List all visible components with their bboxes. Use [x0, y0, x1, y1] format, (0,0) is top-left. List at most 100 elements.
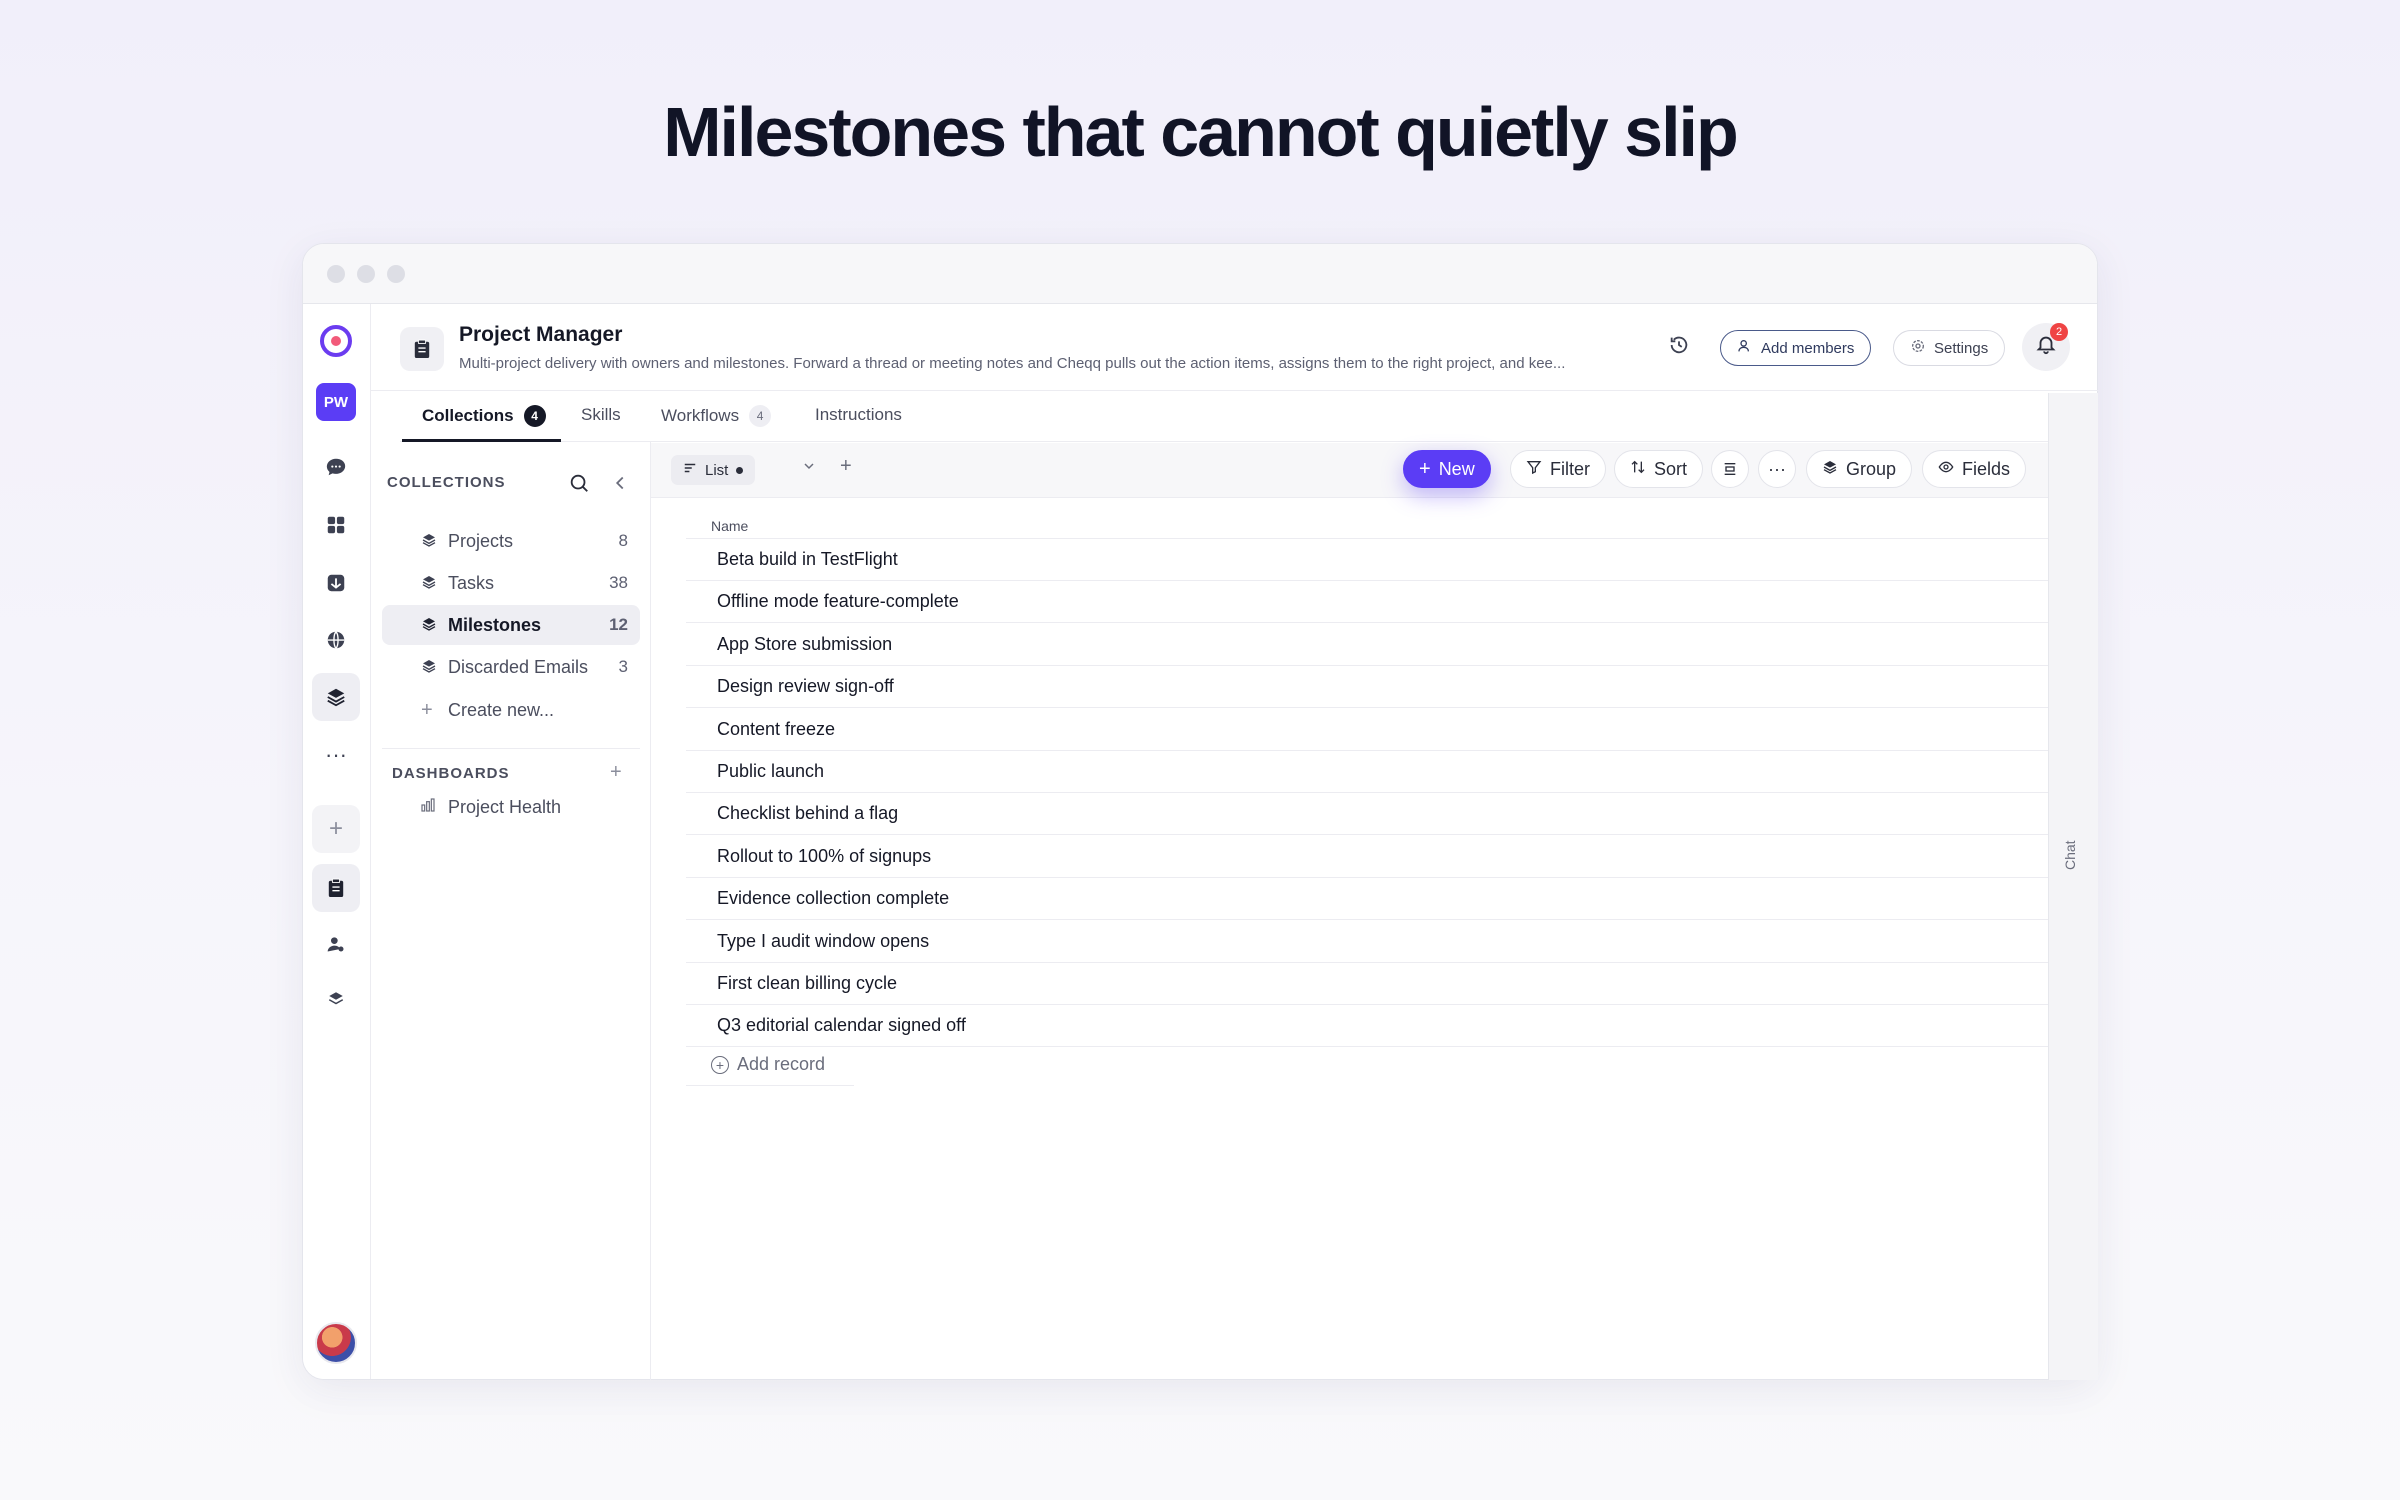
layers-icon[interactable]	[312, 975, 360, 1023]
page-headline: Milestones that cannot quietly slip	[663, 93, 1738, 171]
table-row[interactable]: Checklist behind a flag	[686, 793, 2048, 836]
create-new-collection[interactable]: + Create new...	[382, 690, 640, 730]
apps-grid-icon[interactable]	[312, 501, 360, 549]
group-button[interactable]: Group	[1806, 450, 1913, 488]
table-row[interactable]: Content freeze	[686, 709, 2048, 751]
workspace-avatar[interactable]: PW	[316, 383, 356, 421]
sidebar-item-count: 38	[609, 573, 628, 592]
sort-label: Sort	[1654, 458, 1688, 479]
chat-icon[interactable]	[312, 443, 360, 491]
add-dashboard-plus-icon[interactable]: +	[610, 761, 622, 784]
new-label: New	[1438, 458, 1475, 479]
tab-skills[interactable]: Skills	[581, 405, 621, 425]
sidebar-item-count: 3	[618, 657, 628, 676]
unsaved-dot	[736, 466, 744, 474]
sidebar-item-label: Tasks	[448, 572, 495, 593]
add-view-plus-icon[interactable]: +	[840, 455, 852, 478]
stack-icon	[421, 532, 437, 551]
table-row[interactable]: Evidence collection complete	[686, 878, 2048, 921]
column-header-name[interactable]: Name	[711, 518, 748, 534]
dashboard-item-project-health[interactable]: Project Health	[420, 797, 561, 818]
filter-icon	[1526, 459, 1542, 480]
person-settings-icon[interactable]	[312, 920, 360, 968]
clipboard-icon[interactable]	[312, 864, 360, 912]
list-icon	[683, 461, 697, 479]
stack-icon	[421, 574, 437, 593]
user-avatar[interactable]	[315, 1322, 357, 1364]
table-row[interactable]: Rollout to 100% of signups	[686, 836, 2048, 878]
view-selector-list[interactable]: List	[671, 455, 756, 485]
sidebar-item-label: Projects	[448, 530, 514, 551]
window-titlebar	[303, 244, 2097, 304]
table-row[interactable]: Offline mode feature-complete	[686, 581, 2048, 624]
filter-label: Filter	[1550, 458, 1590, 479]
new-record-button[interactable]: + New	[1403, 450, 1491, 488]
collapse-chevron-icon[interactable]	[612, 472, 628, 499]
sidebar-item-discarded-emails[interactable]: Discarded Emails 3	[382, 647, 640, 687]
table-row[interactable]: Q3 editorial calendar signed off	[686, 1005, 2048, 1048]
sidebar-separator	[382, 748, 640, 749]
chat-panel-rail[interactable]	[2048, 393, 2098, 1380]
add-record-button[interactable]: + Add record	[711, 1054, 825, 1075]
table-row[interactable]: App Store submission	[686, 624, 2048, 666]
circle-plus-icon: +	[711, 1055, 729, 1074]
globe-icon[interactable]	[312, 616, 360, 664]
add-record-divider	[686, 1085, 854, 1086]
dashboard-item-label: Project Health	[448, 797, 562, 817]
gear-icon	[1910, 338, 1926, 358]
sidebar-item-tasks[interactable]: Tasks 38	[382, 563, 640, 603]
window-minimize-dot[interactable]	[357, 264, 375, 283]
chevron-down-icon[interactable]	[801, 458, 817, 479]
more-options-icon[interactable]: ···	[1758, 450, 1796, 488]
bar-chart-icon	[420, 797, 436, 818]
table-row[interactable]: Public launch	[686, 751, 2048, 793]
tab-label: Instructions	[815, 405, 902, 424]
tab-label: Skills	[581, 405, 621, 424]
sidebar-item-milestones[interactable]: Milestones 12	[382, 605, 640, 645]
tab-collections[interactable]: Collections 4	[422, 405, 546, 427]
user-plus-icon	[1737, 338, 1753, 358]
search-icon[interactable]	[568, 472, 590, 499]
sidebar-item-count: 12	[609, 615, 628, 634]
tab-label: Workflows	[661, 406, 740, 425]
tab-count: 4	[523, 405, 546, 427]
view-label: List	[705, 461, 729, 479]
table-row[interactable]: First clean billing cycle	[686, 963, 2048, 1005]
plus-icon: +	[421, 698, 433, 721]
tab-workflows[interactable]: Workflows 4	[661, 405, 772, 427]
eye-icon	[1938, 459, 1954, 480]
collections-stack-icon[interactable]	[312, 673, 360, 721]
project-title: Project Manager	[459, 323, 623, 346]
tab-label: Collections	[422, 406, 514, 425]
add-members-label: Add members	[1761, 339, 1855, 357]
tab-instructions[interactable]: Instructions	[815, 405, 902, 425]
add-members-button[interactable]: Add members	[1720, 330, 1872, 366]
app-logo-icon[interactable]	[320, 325, 352, 357]
more-icon[interactable]: ···	[312, 731, 360, 779]
sidebar-item-label: Discarded Emails	[448, 656, 589, 677]
fields-label: Fields	[1962, 458, 2011, 479]
notifications-button[interactable]: 2	[2022, 323, 2070, 371]
add-record-label: Add record	[737, 1054, 826, 1074]
inbox-icon[interactable]	[312, 559, 360, 607]
sort-button[interactable]: Sort	[1614, 450, 1704, 488]
table-row[interactable]: Beta build in TestFlight	[686, 539, 2048, 581]
add-project-icon[interactable]: +	[312, 805, 360, 853]
history-icon[interactable]	[1668, 334, 1690, 362]
sort-arrows-icon	[1630, 459, 1646, 480]
group-label: Group	[1846, 458, 1897, 479]
window-close-dot[interactable]	[327, 264, 345, 283]
window-maximize-dot[interactable]	[387, 264, 405, 283]
layers-icon	[1822, 459, 1838, 480]
table-row[interactable]: Type I audit window opens	[686, 921, 2048, 963]
sidebar-item-projects[interactable]: Projects 8	[382, 521, 640, 561]
table-row[interactable]: Design review sign-off	[686, 666, 2048, 709]
filter-button[interactable]: Filter	[1510, 450, 1606, 488]
notification-badge: 2	[2050, 323, 2068, 341]
row-height-icon[interactable]	[1711, 450, 1749, 488]
plus-icon: +	[1419, 457, 1431, 480]
settings-button[interactable]: Settings	[1893, 330, 2006, 366]
fields-button[interactable]: Fields	[1922, 450, 2027, 488]
chat-toggle-label[interactable]: Chat	[2062, 840, 2078, 870]
stack-icon	[421, 658, 437, 677]
